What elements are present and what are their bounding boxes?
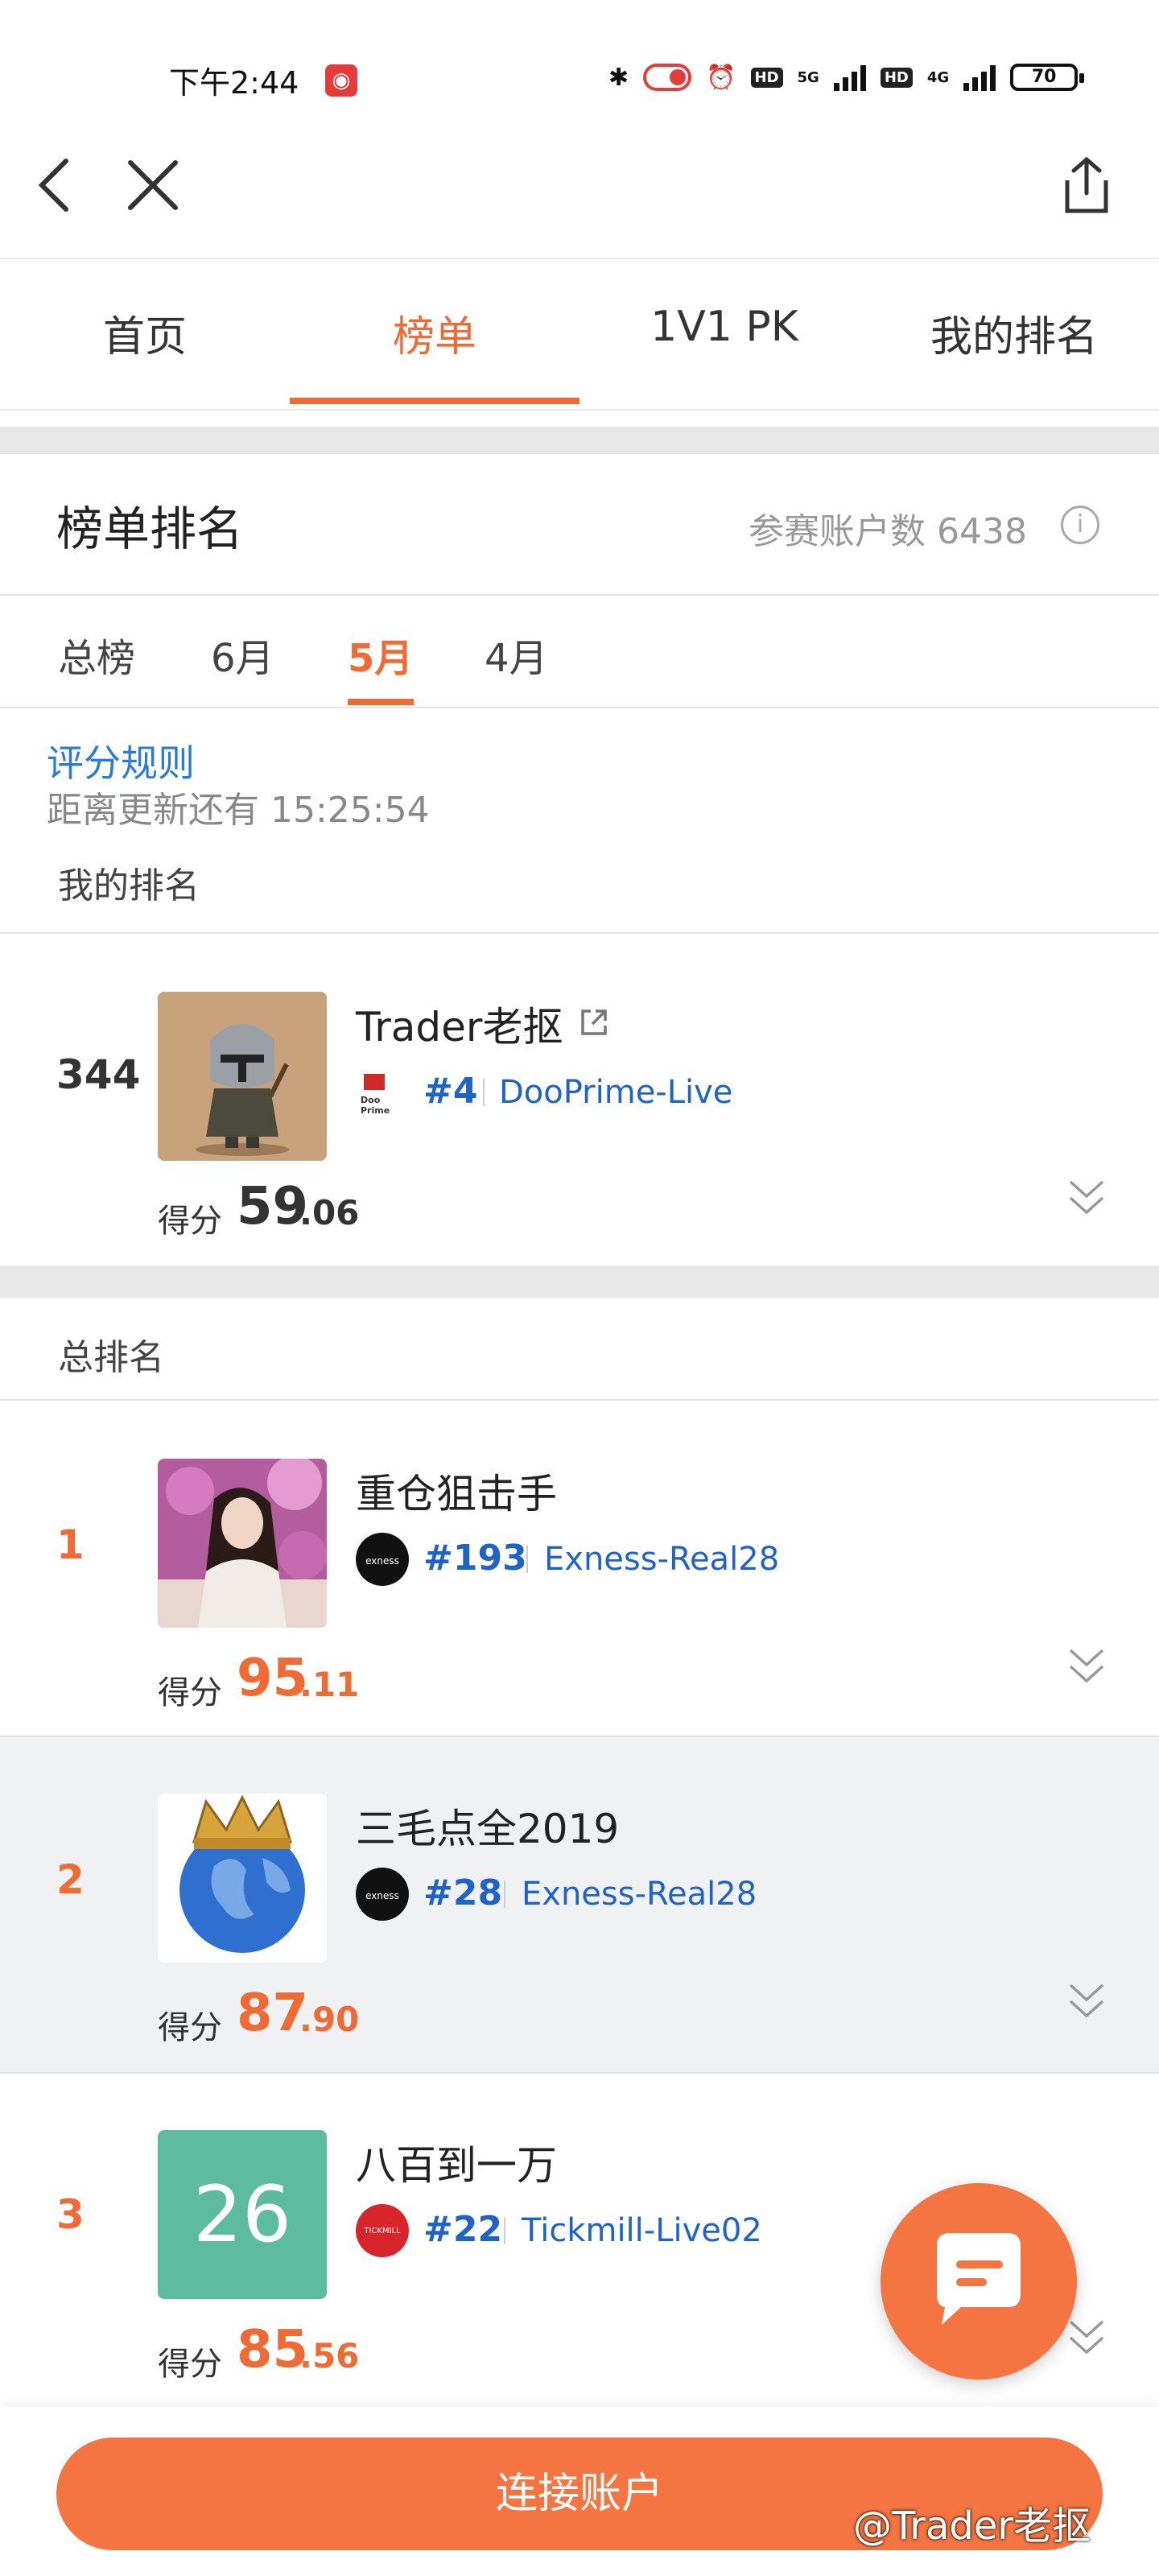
score-label: 得分: [158, 1674, 222, 1711]
my-avatar[interactable]: [158, 992, 327, 1161]
server-name: Exness-Real28: [544, 1541, 780, 1578]
score-dec: .11: [299, 1665, 360, 1704]
rank-number: 2: [56, 1856, 85, 1903]
score-int: 87: [237, 1984, 309, 2043]
account-number: #22: [423, 2209, 503, 2250]
update-countdown: 距离更新还有 15:25:54: [47, 790, 430, 831]
server-name: Exness-Real28: [522, 1876, 757, 1913]
external-link-icon[interactable]: [576, 1005, 612, 1040]
period-tab-june[interactable]: 6月: [211, 626, 274, 683]
period-active-indicator: [348, 699, 414, 705]
tickmill-logo: TICKMILL: [356, 2204, 409, 2257]
dooprime-logo: Doo Prime: [356, 1066, 409, 1119]
tab-leaderboard[interactable]: 榜单: [290, 303, 580, 363]
tab-my-rank[interactable]: 我的排名: [869, 303, 1159, 363]
my-score-dec: .06: [299, 1193, 360, 1232]
server-name: Tickmill-Live02: [522, 2212, 762, 2249]
avatar-image: [158, 992, 327, 1161]
close-icon: [128, 160, 178, 210]
separator: [526, 1546, 528, 1573]
account-number: #28: [423, 1872, 503, 1913]
score-label: 得分: [158, 2346, 222, 2383]
scoring-rules-link[interactable]: 评分规则: [47, 734, 195, 787]
chat-button[interactable]: [881, 2183, 1077, 2380]
separator: [483, 1079, 485, 1106]
exness-logo: exness: [356, 1868, 409, 1921]
avatar[interactable]: [158, 1794, 327, 1963]
signal-icon-2: [963, 64, 996, 91]
tab-active-indicator: [290, 398, 580, 404]
section-divider: [0, 1265, 1159, 1298]
hd-icon: HD: [750, 67, 783, 88]
status-icons: ✱ ⏰ HD 5G HD 4G 70: [608, 55, 1085, 100]
my-score-int: 59: [237, 1177, 309, 1236]
board-title: 榜单排名: [56, 502, 244, 556]
period-tab-may[interactable]: 5月: [348, 626, 413, 683]
chat-icon: [937, 2233, 1021, 2325]
recording-icon: ◉: [325, 64, 357, 97]
tickmill-logo-text: TICKMILL: [364, 2227, 401, 2235]
divider: [0, 932, 1159, 934]
score-dec: .56: [299, 2336, 360, 2376]
back-button[interactable]: [32, 153, 80, 217]
account-number: #193: [423, 1538, 527, 1579]
alarm-icon: ⏰: [706, 63, 736, 92]
dooprime-logo-text: Doo Prime: [361, 1095, 390, 1116]
toggle-icon: [643, 64, 692, 91]
chevron-down-icon[interactable]: [1062, 1644, 1111, 1689]
exness-logo-text: exness: [365, 1890, 399, 1901]
my-name: Trader老抠: [356, 1004, 563, 1051]
score-label: 得分: [158, 1203, 222, 1240]
participants-count: 参赛账户数 6438: [749, 511, 1027, 552]
status-time: 下午2:44: [169, 65, 299, 101]
share-icon: [1065, 156, 1108, 213]
info-icon[interactable]: i: [1061, 506, 1099, 544]
share-button[interactable]: [1054, 153, 1119, 217]
network-4g: 4G: [926, 68, 950, 86]
bluetooth-icon: ✱: [608, 63, 629, 92]
avatar-image: [158, 1794, 327, 1963]
my-rank-label: 我的排名: [58, 865, 200, 906]
status-bar: 下午2:44 ◉ ✱ ⏰ HD 5G HD 4G 70: [0, 0, 1159, 129]
separator: [504, 1880, 505, 1908]
avatar[interactable]: 26: [158, 2130, 327, 2299]
rank-number: 3: [56, 2191, 85, 2238]
my-account-number: #4: [423, 1071, 478, 1112]
exness-logo-text: exness: [365, 1555, 399, 1567]
period-tab-total[interactable]: 总榜: [58, 626, 135, 683]
entry-name: 八百到一万: [356, 2142, 557, 2189]
section-divider: [0, 427, 1159, 454]
total-ranking-label: 总排名: [58, 1337, 164, 1378]
battery-icon: 70: [1010, 64, 1085, 91]
entry-name: 重仓狙击手: [356, 1471, 557, 1517]
chevron-down-icon[interactable]: [1062, 1175, 1111, 1220]
network-5g: 5G: [797, 68, 819, 86]
signal-icon: [833, 64, 866, 91]
watermark: @Trader老抠: [853, 2504, 1091, 2549]
my-server: DooPrime-Live: [499, 1074, 733, 1111]
period-tab-april[interactable]: 4月: [485, 626, 548, 683]
close-button[interactable]: [121, 153, 185, 217]
my-rank-number: 344: [56, 1051, 141, 1098]
hd-icon-2: HD: [880, 67, 913, 88]
main-tabs: 首页 榜单 1V1 PK 我的排名: [0, 258, 1159, 411]
entry-name: 三毛点全2019: [356, 1806, 620, 1852]
chevron-down-icon[interactable]: [1062, 1979, 1111, 2024]
chevron-left-icon: [38, 159, 68, 212]
separator: [504, 2217, 505, 2244]
tab-pk[interactable]: 1V1 PK: [580, 303, 869, 351]
rank-number: 1: [56, 1521, 85, 1568]
score-int: 95: [237, 1649, 309, 1708]
avatar-image: [158, 1459, 327, 1628]
avatar[interactable]: [158, 1459, 327, 1628]
score-dec: .90: [299, 2000, 360, 2039]
divider: [0, 707, 1159, 708]
score-int: 85: [237, 2320, 309, 2380]
tab-home[interactable]: 首页: [0, 303, 290, 363]
exness-logo: exness: [356, 1533, 409, 1586]
score-label: 得分: [158, 2009, 222, 2046]
divider: [0, 594, 1159, 596]
